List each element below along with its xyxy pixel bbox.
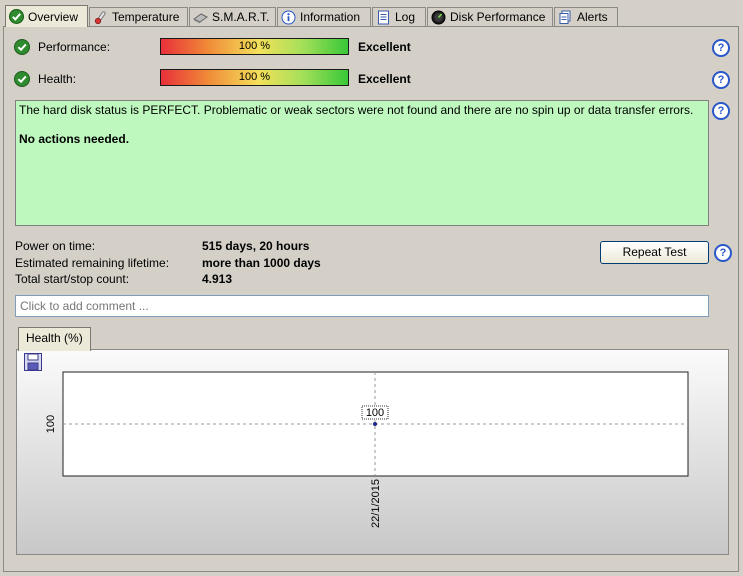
alerts-document-icon: [558, 10, 573, 25]
tab-overview[interactable]: Overview: [5, 5, 88, 27]
health-label: Health:: [38, 72, 77, 86]
tab-label: Overview: [28, 9, 79, 24]
x-tick-label: 22/1/2015: [370, 479, 382, 528]
health-chart-area: 100 22/1/2015 100: [16, 349, 729, 555]
performance-percent: 100 %: [238, 40, 271, 52]
data-point: [373, 422, 377, 426]
startstop-value: 4.913: [202, 272, 233, 286]
tab-label: Alerts: [577, 10, 608, 24]
comment-field[interactable]: Click to add comment ...: [15, 295, 709, 317]
tab-log[interactable]: Log: [372, 7, 426, 26]
health-bar: 100 %: [160, 69, 349, 86]
info-icon: [281, 10, 296, 25]
tab-alerts[interactable]: Alerts: [554, 7, 618, 26]
tab-temperature[interactable]: Temperature: [89, 7, 188, 26]
status-message-box: The hard disk status is PERFECT. Problem…: [15, 100, 709, 226]
overview-panel: Performance: 100 % Excellent ? Health: 1…: [3, 26, 739, 572]
tab-information[interactable]: Information: [277, 7, 371, 26]
status-action: No actions needed.: [19, 132, 130, 146]
tab-label: Log: [395, 10, 416, 24]
tab-label: Temperature: [112, 10, 180, 24]
startstop-label: Total start/stop count:: [15, 272, 130, 286]
health-percent: 100 %: [238, 71, 271, 83]
tab-label: S.M.A.R.T.: [212, 10, 270, 24]
smart-drive-icon: [193, 10, 208, 25]
data-point-label: 100: [366, 407, 384, 419]
health-rating: Excellent: [358, 72, 411, 86]
performance-bar: 100 %: [160, 38, 349, 55]
tab-bar: Overview Temperature S.M.A.R.T. Informat…: [3, 5, 739, 27]
health-help-icon[interactable]: ?: [712, 71, 730, 89]
tab-label: Information: [300, 10, 361, 24]
performance-status-check-icon: [14, 39, 30, 55]
tab-health-chart[interactable]: Health (%): [18, 327, 91, 351]
tab-label: Disk Performance: [450, 10, 546, 24]
log-document-icon: [376, 10, 391, 25]
thermometer-icon: [93, 10, 108, 25]
speedometer-icon: [431, 10, 446, 25]
check-circle-icon: [9, 9, 24, 24]
power-on-value: 515 days, 20 hours: [202, 239, 310, 253]
health-chart: 100 22/1/2015 100: [45, 371, 689, 528]
status-help-icon[interactable]: ?: [712, 102, 730, 120]
performance-label: Performance:: [38, 40, 111, 54]
lifetime-label: Estimated remaining lifetime:: [15, 256, 170, 270]
health-status-check-icon: [14, 71, 30, 87]
performance-help-icon[interactable]: ?: [712, 39, 730, 57]
lifetime-value: more than 1000 days: [202, 256, 321, 270]
tab-disk-performance[interactable]: Disk Performance: [427, 7, 553, 26]
power-on-label: Power on time:: [15, 239, 96, 253]
repeat-test-button[interactable]: Repeat Test: [600, 241, 709, 264]
performance-rating: Excellent: [358, 40, 411, 54]
status-message: The hard disk status is PERFECT. Problem…: [19, 103, 694, 117]
tab-smart[interactable]: S.M.A.R.T.: [189, 7, 276, 26]
y-tick-label: 100: [45, 415, 57, 433]
repeat-test-help-icon[interactable]: ?: [714, 244, 732, 262]
